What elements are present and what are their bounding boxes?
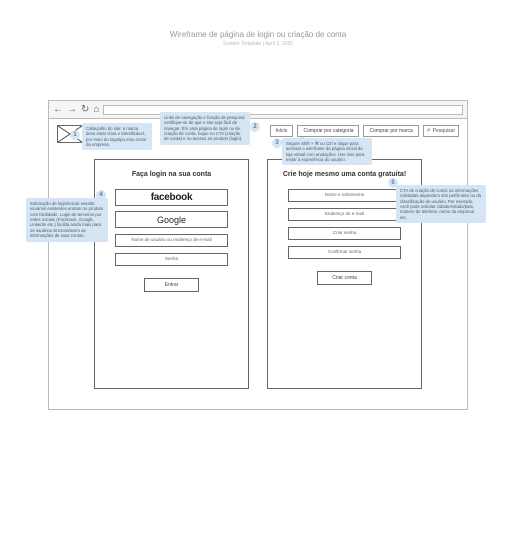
email-field[interactable]: Endereço de e-mail	[288, 208, 401, 221]
page-subtitle: System Template | April 3, 2020	[0, 41, 516, 47]
reload-icon[interactable]: ↻	[81, 105, 89, 115]
annotation-num-1: 1	[70, 130, 80, 140]
name-field[interactable]: Nome e sobrenome	[288, 189, 401, 202]
facebook-login-button[interactable]: facebook	[115, 189, 228, 206]
login-heading: Faça login na sua conta	[109, 170, 234, 179]
username-field[interactable]: Nome de usuário ou endereço de e-mail	[115, 234, 228, 247]
login-submit-button[interactable]: Entrar	[144, 278, 199, 292]
login-panel: Faça login na sua conta facebook Google …	[94, 159, 249, 389]
nav-brand[interactable]: Comprar por marca	[363, 125, 418, 137]
annotation-3: Segure Shift + ⌘ ou Ctrl e clique para a…	[282, 138, 372, 165]
annotation-5: CTA de criação de conta: as informações …	[396, 185, 486, 223]
page-content: Início Comprar por categoria Comprar por…	[49, 119, 467, 409]
annotation-num-3: 3	[272, 138, 282, 148]
nav-bar: Início Comprar por categoria Comprar por…	[270, 125, 460, 137]
annotation-num-2: 2	[250, 122, 260, 132]
annotation-4: Solicitação de login/iniciar sessão: usu…	[26, 198, 108, 242]
signup-heading: Crie hoje mesmo uma conta gratuita!	[282, 170, 407, 179]
password-field[interactable]: Senha	[115, 253, 228, 266]
home-icon[interactable]: ⌂	[93, 105, 99, 115]
nav-home[interactable]: Início	[270, 125, 294, 137]
address-bar[interactable]	[103, 105, 463, 115]
signup-submit-button[interactable]: Criar conta	[317, 271, 372, 285]
page-title: Wireframe de página de login ou criação …	[0, 30, 516, 39]
search-icon: ⌕	[427, 127, 431, 135]
annotation-2: Links de navegação e função de pesquisa:…	[160, 112, 250, 145]
create-password-field[interactable]: Criar senha	[288, 227, 401, 240]
google-login-button[interactable]: Google	[115, 211, 228, 228]
back-icon[interactable]: ←	[53, 105, 63, 115]
confirm-password-field[interactable]: Confirmar senha	[288, 246, 401, 259]
nav-search[interactable]: ⌕ Pesquisar	[423, 125, 459, 137]
search-label: Pesquisar	[433, 128, 455, 134]
annotation-1: Cabeçalho do site: a marca deve estar cl…	[82, 123, 152, 150]
forward-icon[interactable]: →	[67, 105, 77, 115]
browser-toolbar: ← → ↻ ⌂	[49, 101, 467, 119]
google-logo: Google	[157, 215, 186, 225]
facebook-logo: facebook	[151, 192, 193, 203]
